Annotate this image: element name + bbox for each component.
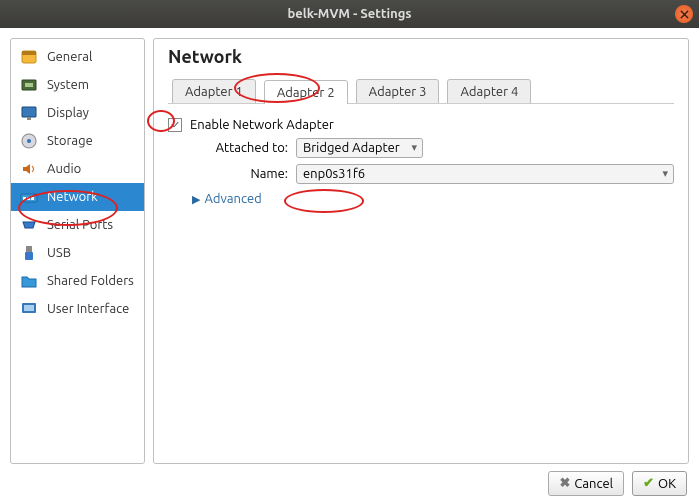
advanced-expander[interactable]: ▶ Advanced [168, 192, 674, 206]
sidebar-item-audio[interactable]: Audio [11, 155, 144, 183]
sidebar-item-storage[interactable]: Storage [11, 127, 144, 155]
sidebar-item-shared-folders[interactable]: Shared Folders [11, 267, 144, 295]
enable-adapter-row: ✓ Enable Network Adapter [168, 118, 674, 132]
tab-adapter-3[interactable]: Adapter 3 [356, 79, 440, 103]
cancel-button[interactable]: ✖Cancel [548, 471, 624, 496]
dialog-footer: ✖Cancel ✔OK [548, 471, 687, 496]
sidebar-item-label: Audio [47, 162, 81, 176]
enable-adapter-label: Enable Network Adapter [190, 118, 334, 132]
sidebar-item-label: General [47, 50, 92, 64]
sidebar-item-label: USB [47, 246, 71, 260]
name-select[interactable]: enp0s31f6 [296, 164, 674, 184]
ok-button[interactable]: ✔OK [632, 471, 687, 496]
attached-to-row: Attached to: Bridged Adapter [168, 138, 674, 158]
sidebar-item-serial-ports[interactable]: Serial Ports [11, 211, 144, 239]
usb-icon [19, 243, 39, 263]
sidebar-item-label: Storage [47, 134, 93, 148]
window-close-button[interactable] [675, 5, 693, 23]
enable-adapter-checkbox[interactable]: ✓ [168, 118, 182, 132]
storage-icon [19, 131, 39, 151]
system-icon [19, 75, 39, 95]
display-icon [19, 103, 39, 123]
serial-ports-icon [19, 215, 39, 235]
sidebar-item-display[interactable]: Display [11, 99, 144, 127]
name-label: Name: [242, 167, 288, 181]
sidebar-item-general[interactable]: General [11, 43, 144, 71]
name-row: Name: enp0s31f6 [168, 164, 674, 184]
ok-icon: ✔ [643, 476, 654, 491]
general-icon [19, 47, 39, 67]
sidebar-item-user-interface[interactable]: User Interface [11, 295, 144, 323]
sidebar-item-label: Serial Ports [47, 218, 113, 232]
network-icon [19, 187, 39, 207]
sidebar-item-system[interactable]: System [11, 71, 144, 99]
audio-icon [19, 159, 39, 179]
shared-folders-icon [19, 271, 39, 291]
attached-to-select[interactable]: Bridged Adapter [296, 138, 423, 158]
settings-sidebar: General System Display Storage Audio Net… [10, 38, 145, 464]
user-interface-icon [19, 299, 39, 319]
window-title: belk-MVM - Settings [287, 7, 411, 21]
close-icon [680, 10, 689, 19]
panel-heading: Network [168, 47, 674, 67]
attached-to-label: Attached to: [202, 141, 288, 155]
sidebar-item-label: User Interface [47, 302, 129, 316]
settings-panel: Network Adapter 1 Adapter 2 Adapter 3 Ad… [153, 38, 689, 464]
sidebar-item-usb[interactable]: USB [11, 239, 144, 267]
sidebar-item-network[interactable]: Network [11, 183, 144, 211]
tab-adapter-4[interactable]: Adapter 4 [447, 79, 531, 103]
sidebar-item-label: System [47, 78, 89, 92]
cancel-icon: ✖ [559, 476, 570, 491]
sidebar-item-label: Network [47, 190, 98, 204]
expander-triangle-icon: ▶ [192, 193, 200, 206]
sidebar-item-label: Shared Folders [47, 274, 134, 288]
advanced-label: Advanced [204, 192, 261, 206]
adapter-tabs: Adapter 1 Adapter 2 Adapter 3 Adapter 4 [168, 79, 674, 104]
tab-adapter-1[interactable]: Adapter 1 [172, 79, 256, 103]
tab-adapter-2[interactable]: Adapter 2 [264, 80, 348, 104]
sidebar-item-label: Display [47, 106, 89, 120]
titlebar: belk-MVM - Settings [0, 0, 699, 28]
